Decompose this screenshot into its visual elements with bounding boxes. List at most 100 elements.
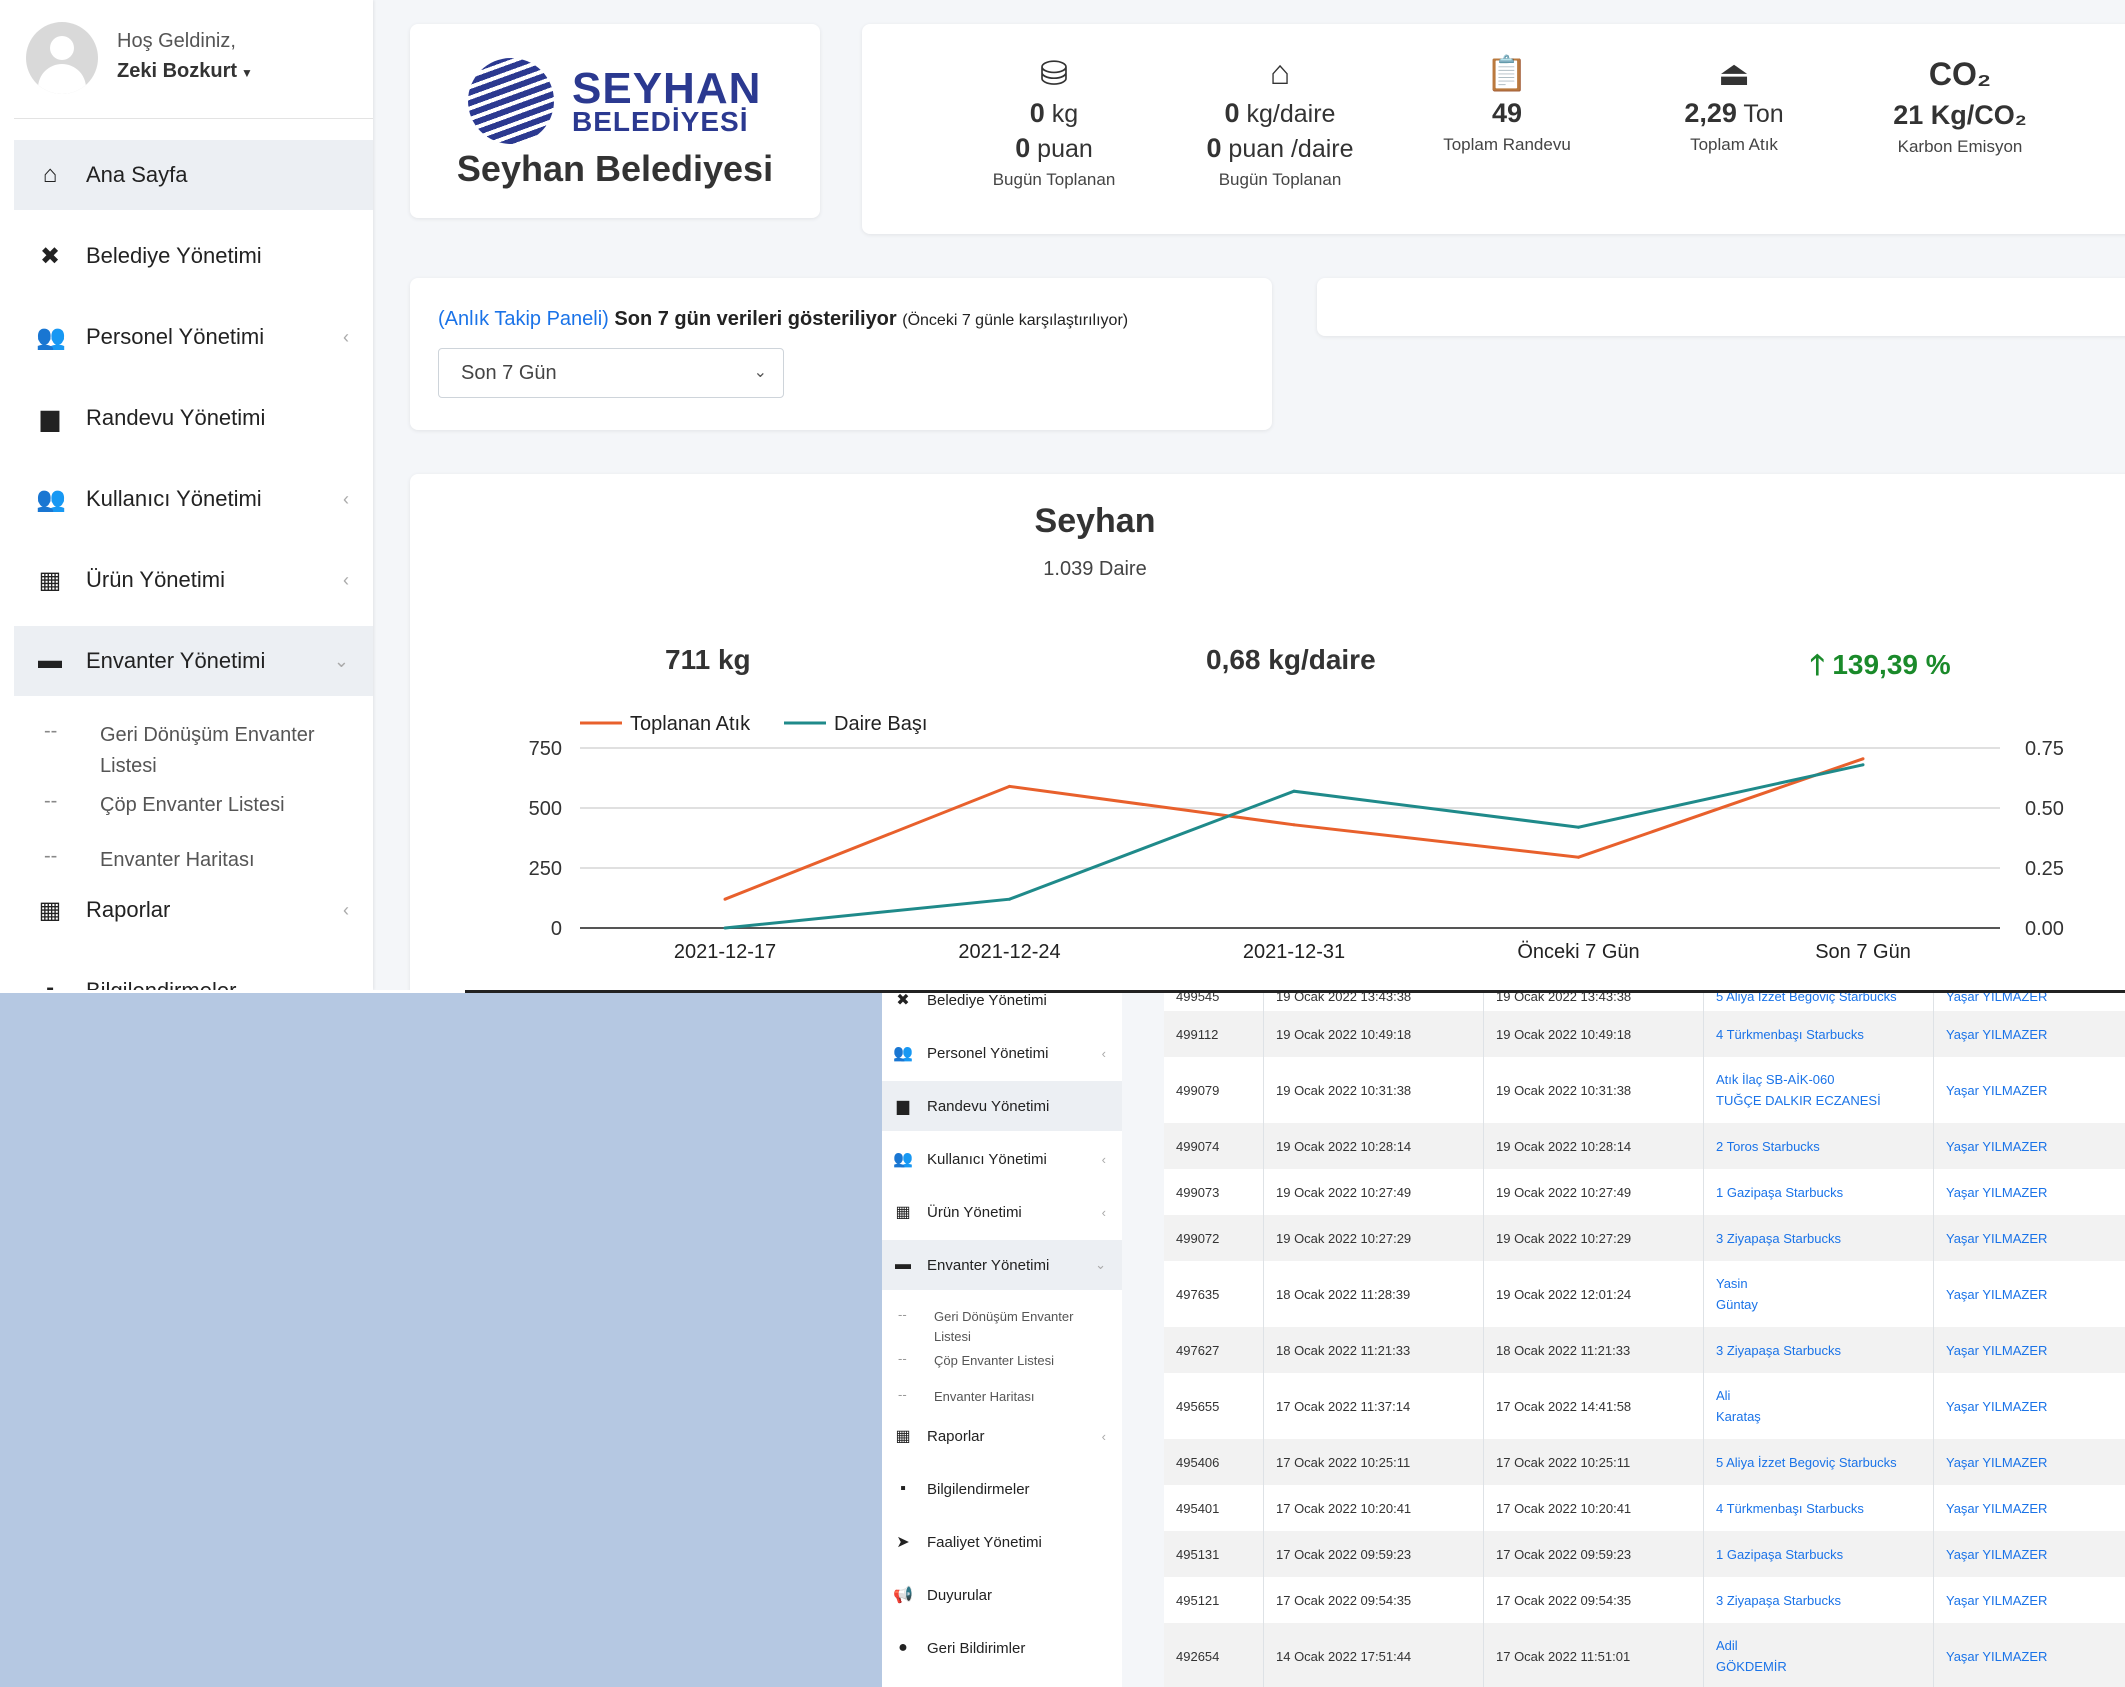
legend-label: Daire Başı	[834, 713, 927, 735]
legend-label: Toplanan Atık	[630, 713, 751, 735]
table-row: 495655 17 Ocak 2022 11:37:14 17 Ocak 2022 …	[1164, 1373, 2125, 1440]
row-updated-date: 17 Ocak 2022 10:25:11	[1484, 1439, 1704, 1485]
warehouse-icon: ▬	[895, 1256, 911, 1273]
row-location[interactable]: 1 Gazipaşa Starbucks	[1704, 1531, 1934, 1577]
row-id: 495401	[1164, 1485, 1264, 1531]
chevron-left-icon: ‹	[1101, 1204, 1106, 1220]
x-tick-label: Son 7 Gün	[1815, 941, 1911, 963]
x-tick-label: 2021-12-31	[1243, 941, 1345, 963]
clipboard-icon: 📋	[1485, 55, 1529, 93]
row-user[interactable]: Yaşar YILMAZER	[1934, 1531, 2125, 1577]
row-location[interactable]: Adil GÖKDEMİR	[1704, 1623, 1934, 1687]
compact-item-label: Envanter Yönetimi	[927, 1256, 1050, 1274]
row-location[interactable]: 3 Ziyapaşa Starbucks	[1704, 1577, 1934, 1623]
compact-item-label: Personel Yönetimi	[927, 1044, 1049, 1062]
calendar-icon: ▆	[896, 1098, 910, 1115]
compact-item-bilgilendirmeler[interactable]: ▪ Bilgilendirmeler	[882, 1464, 1122, 1514]
row-id: 499074	[1164, 1123, 1264, 1169]
row-location[interactable]: Atık İlaç SB-AİK-060 TUĞÇE DALKIR ECZANES…	[1704, 1057, 1934, 1123]
row-location[interactable]: 2 Toros Starbucks	[1704, 1123, 1934, 1169]
row-location[interactable]: 4 Türkmenbaşı Starbucks	[1704, 1485, 1934, 1531]
sidebar-item-label: Randevu Yönetimi	[86, 405, 266, 430]
sidebar-item-raporlar[interactable]: ▦ Raporlar ‹	[14, 875, 373, 945]
avatar[interactable]	[26, 22, 98, 94]
compact-item-duyurular[interactable]: 📢 Duyurular	[882, 1570, 1122, 1620]
row-user[interactable]: Yaşar YILMAZER	[1934, 1623, 2125, 1687]
compact-item-raporlar[interactable]: ▦ Raporlar ‹	[882, 1411, 1122, 1461]
compact-item-faaliyet-yonetimi[interactable]: ➤ Faaliyet Yönetimi	[882, 1517, 1122, 1567]
inventory-screen: ✖ Belediye Yönetimi 👥 Personel Yönetimi ‹ ▆ Ra…	[882, 993, 2125, 1687]
sidebar-item-ana-sayfa[interactable]: ⌂ Ana Sayfa	[14, 140, 373, 210]
chevron-left-icon: ‹	[343, 488, 349, 509]
compact-item-geri-bildirimler[interactable]: ● Geri Bildirimler	[882, 1623, 1122, 1673]
note-icon: ▪	[900, 1480, 906, 1497]
compact-item-belediye-yonetimi[interactable]: ✖ Belediye Yönetimi	[882, 993, 1122, 1025]
row-location[interactable]: 4 Türkmenbaşı Starbucks	[1704, 1011, 1934, 1057]
row-user[interactable]: Yaşar YILMAZER	[1934, 1169, 2125, 1215]
row-user[interactable]: Yaşar YILMAZER	[1934, 1577, 2125, 1623]
warehouse-icon: ▬	[38, 647, 62, 674]
sidebar-item-randevu-yonetimi[interactable]: ▆ Randevu Yönetimi	[14, 383, 373, 453]
row-id: 492654	[1164, 1623, 1264, 1687]
boxes-icon: ▦	[895, 1204, 911, 1221]
row-id: 497627	[1164, 1327, 1264, 1373]
sidebar-item-envanter-yonetimi[interactable]: ▬ Envanter Yönetimi ⌄	[14, 626, 373, 696]
sidebar-item-urun-yonetimi[interactable]: ▦ Ürün Yönetimi ‹	[14, 545, 373, 615]
row-location[interactable]: 1 Gazipaşa Starbucks	[1704, 1169, 1934, 1215]
row-user[interactable]: Yaşar YILMAZER	[1934, 1011, 2125, 1057]
table-row: 497627 18 Ocak 2022 11:21:33 18 Ocak 2022 …	[1164, 1327, 2125, 1374]
compact-item-personel-yonetimi[interactable]: 👥 Personel Yönetimi ‹	[882, 1028, 1122, 1078]
table-row: 499112 19 Ocak 2022 10:49:18 19 Ocak 2022 …	[1164, 1011, 2125, 1058]
summary-chart-card: Seyhan 1.039 Daire 711 kg 0,68 kg/daire …	[410, 474, 2125, 990]
row-location[interactable]: 3 Ziyapaşa Starbucks	[1704, 1215, 1934, 1261]
stat-1: ⛁ 0 kg 0 puan Bugün Toplanan	[954, 24, 1154, 190]
row-user[interactable]: Yaşar YILMAZER	[1934, 1485, 2125, 1531]
row-user[interactable]: Yaşar YILMAZER	[1934, 1261, 2125, 1327]
stat-secondary-value: 0 puan	[1015, 133, 1093, 163]
weight-icon: ⏏	[1717, 55, 1751, 93]
row-user[interactable]: Yaşar YILMAZER	[1934, 1215, 2125, 1261]
submenu-dash: --	[898, 1351, 907, 1366]
series-line-toplanan-atik	[724, 757, 1864, 901]
sidebar-compact: ✖ Belediye Yönetimi 👥 Personel Yönetimi ‹ ▆ Ra…	[882, 993, 1122, 1687]
row-updated-date: 19 Ocak 2022 10:27:49	[1484, 1169, 1704, 1215]
chevron-left-icon: ‹	[343, 899, 349, 920]
compact-item-envanter-yonetimi[interactable]: ▬ Envanter Yönetimi ⌄	[882, 1240, 1122, 1290]
compact-item-randevu-yonetimi[interactable]: ▆ Randevu Yönetimi	[882, 1081, 1122, 1131]
compact-item-kullanici-yonetimi[interactable]: 👥 Kullanıcı Yönetimi ‹	[882, 1134, 1122, 1184]
sidebar-subitem-label: Envanter Haritası	[100, 849, 255, 871]
caret-down-icon: ▼	[241, 66, 253, 80]
data-point	[1008, 897, 1011, 901]
row-location[interactable]: Ali Karataş	[1704, 1373, 1934, 1439]
compact-item-urun-yonetimi[interactable]: ▦ Ürün Yönetimi ‹	[882, 1187, 1122, 1237]
row-user[interactable]: Yaşar YILMAZER	[1934, 1327, 2125, 1373]
sidebar-item-label: Envanter Yönetimi	[86, 648, 266, 673]
row-user[interactable]: Yaşar YILMAZER	[1934, 1057, 2125, 1123]
table-row: 499545 19 Ocak 2022 13:43:38 19 Ocak 2022 …	[1164, 993, 2125, 1012]
screenshot-divider-gap	[0, 990, 465, 993]
compact-subitem-label: Çöp Envanter Listesi	[934, 1353, 1054, 1368]
row-location[interactable]: 5 Aliya İzzet Begoviç Starbucks	[1704, 1439, 1934, 1485]
row-location[interactable]: 3 Ziyapaşa Starbucks	[1704, 1327, 1934, 1373]
table-row: 499074 19 Ocak 2022 10:28:14 19 Ocak 2022 …	[1164, 1123, 2125, 1170]
sidebar-item-personel-yonetimi[interactable]: 👥 Personel Yönetimi ‹	[14, 302, 373, 372]
sidebar-item-belediye-yonetimi[interactable]: ✖ Belediye Yönetimi	[14, 221, 373, 291]
sidebar-item-kullanici-yonetimi[interactable]: 👥 Kullanıcı Yönetimi ‹	[14, 464, 373, 534]
sidebar-item-bilgilendirmeler[interactable]: ▪ Bilgilendirmeler	[14, 956, 373, 990]
row-id: 499079	[1164, 1057, 1264, 1123]
period-select[interactable]: Son 7 Gün ⌄	[438, 348, 784, 398]
row-id: 499112	[1164, 1011, 1264, 1057]
row-user[interactable]: Yaşar YILMAZER	[1934, 993, 2125, 1011]
row-location[interactable]: Yasin Güntay	[1704, 1261, 1934, 1327]
row-user[interactable]: Yaşar YILMAZER	[1934, 1439, 2125, 1485]
users-icon: 👥	[893, 1045, 913, 1062]
row-location[interactable]: 5 Aliya İzzet Begoviç Starbucks	[1704, 993, 1934, 1011]
row-user[interactable]: Yaşar YILMAZER	[1934, 1123, 2125, 1169]
stat-3: 📋 49 Toplam Randevu	[1407, 24, 1607, 155]
submenu-dash: --	[44, 720, 58, 742]
user-menu-toggle[interactable]: Zeki Bozkurt ▼	[117, 60, 253, 83]
arrow-up-icon: 🡑	[1810, 649, 1825, 680]
row-user[interactable]: Yaşar YILMAZER	[1934, 1373, 2125, 1439]
stat-5: CO₂ 21 Kg/CO₂ Karbon Emisyon	[1860, 24, 2060, 157]
live-panel-link[interactable]: (Anlık Takip Paneli)	[438, 308, 609, 330]
